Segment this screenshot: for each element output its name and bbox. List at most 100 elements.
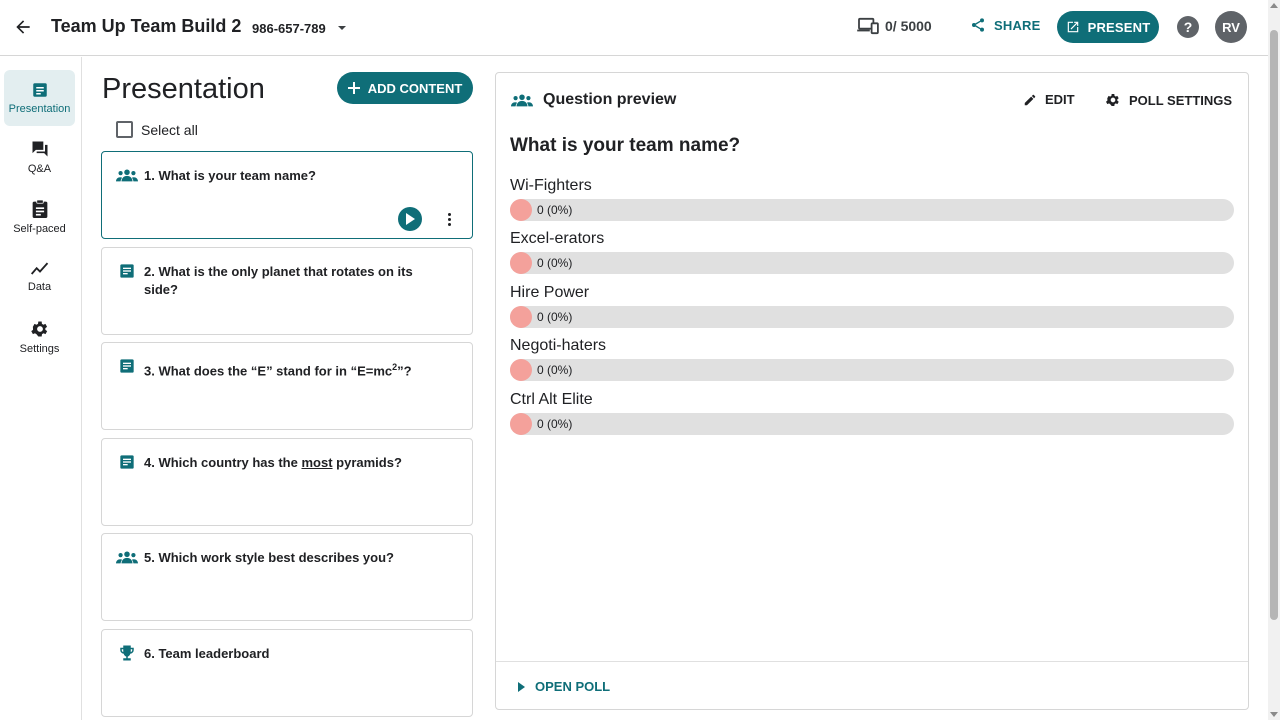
- avatar[interactable]: RV: [1215, 11, 1247, 43]
- open-poll-label: OPEN POLL: [535, 679, 611, 694]
- share-button[interactable]: SHARE: [970, 17, 1041, 33]
- option-count: 0 (0%): [537, 256, 573, 270]
- play-icon: [406, 213, 415, 225]
- sidebar-item-self-paced[interactable]: Self-paced: [4, 189, 75, 245]
- scroll-up-arrow[interactable]: [1270, 3, 1278, 8]
- option-count: 0 (0%): [537, 310, 573, 324]
- add-content-button[interactable]: ADD CONTENT: [337, 72, 473, 104]
- question-card[interactable]: 5. Which work style best describes you?: [101, 533, 473, 621]
- plus-icon: [347, 82, 360, 94]
- preview-question: What is your team name?: [510, 135, 741, 156]
- question-title: 5. Which work style best describes you?: [144, 550, 394, 565]
- devices-icon: [857, 17, 879, 35]
- footer-divider: [496, 661, 1248, 662]
- presentation-icon: [32, 83, 47, 97]
- question-title: 4. Which country has the most pyramids?: [144, 454, 444, 472]
- emphasis-text: most: [301, 455, 333, 470]
- poll-option: Ctrl Alt Elite 0 (0%): [510, 391, 1234, 439]
- question-preview-panel: Question preview EDIT POLL SETTINGS What…: [495, 72, 1249, 710]
- self-paced-icon: [32, 199, 47, 218]
- option-dot: [510, 359, 532, 381]
- question-card[interactable]: 4. Which country has the most pyramids?: [101, 438, 473, 526]
- event-code-dropdown[interactable]: [334, 20, 350, 36]
- option-dot: [510, 413, 532, 435]
- poll-settings-button[interactable]: POLL SETTINGS: [1105, 92, 1232, 108]
- open-poll-button[interactable]: OPEN POLL: [518, 679, 610, 694]
- gear-icon: [1106, 94, 1119, 106]
- checkbox-box[interactable]: [116, 121, 133, 138]
- more-options-icon[interactable]: [442, 209, 456, 229]
- option-bar: 0 (0%): [510, 252, 1234, 274]
- scroll-thumb[interactable]: [1270, 30, 1278, 620]
- sidebar-item-data[interactable]: Data: [4, 249, 75, 305]
- question-title: 3. What does the “E” stand for in “E=mc2…: [144, 358, 444, 380]
- option-count: 0 (0%): [537, 417, 573, 431]
- sidebar-item-label: Settings: [19, 343, 60, 355]
- option-dot: [510, 252, 532, 274]
- question-card[interactable]: 2. What is the only planet that rotates …: [101, 247, 473, 335]
- event-code: 986-657-789: [252, 21, 326, 36]
- question-text-part: pyramids?: [332, 455, 402, 470]
- option-bar: 0 (0%): [510, 359, 1234, 381]
- poll-option: Negoti-haters 0 (0%): [510, 337, 1234, 385]
- question-text-part: ”?: [397, 363, 412, 379]
- text-question-icon: [116, 262, 138, 280]
- question-text-part: 3. What does the “E” stand for in “E=mc: [144, 363, 393, 379]
- page-title: Presentation: [102, 73, 265, 105]
- play-button[interactable]: [398, 207, 422, 231]
- sidebar-item-settings[interactable]: Settings: [4, 309, 75, 365]
- side-navigation: Presentation Q&A Self-paced Data Setting…: [0, 57, 82, 720]
- select-all-label: Select all: [141, 121, 198, 138]
- present-button[interactable]: PRESENT: [1057, 11, 1159, 43]
- question-title: 6. Team leaderboard: [144, 646, 270, 661]
- text-question-icon: [116, 453, 138, 471]
- data-icon: [30, 262, 48, 275]
- question-card[interactable]: 1. What is your team name?: [101, 151, 473, 239]
- poll-option: Hire Power 0 (0%): [510, 284, 1234, 332]
- option-bar: 0 (0%): [510, 413, 1234, 435]
- option-label: Ctrl Alt Elite: [510, 391, 593, 408]
- scroll-down-arrow[interactable]: [1270, 712, 1278, 717]
- option-count: 0 (0%): [537, 203, 573, 217]
- edit-label: EDIT: [1045, 92, 1075, 107]
- share-icon: [972, 18, 984, 32]
- option-bar: 0 (0%): [510, 199, 1234, 221]
- arrow-left-icon: [16, 20, 30, 34]
- option-dot: [510, 199, 532, 221]
- event-title: Team Up Team Build 2: [51, 16, 242, 36]
- edit-button[interactable]: EDIT: [1023, 92, 1075, 107]
- participant-counter: 0/ 5000: [857, 17, 932, 35]
- select-all-checkbox[interactable]: Select all: [116, 121, 198, 138]
- back-button[interactable]: [10, 14, 36, 40]
- trophy-icon: [116, 644, 138, 662]
- gear-icon: [30, 321, 47, 337]
- page-scrollbar[interactable]: [1268, 0, 1280, 720]
- option-bar: 0 (0%): [510, 306, 1234, 328]
- option-label: Wi-Fighters: [510, 177, 592, 194]
- present-label: PRESENT: [1087, 19, 1151, 35]
- participant-count: 0/ 5000: [885, 18, 932, 34]
- caret-down-icon: [338, 26, 346, 30]
- sidebar-item-label: Self-paced: [13, 223, 66, 235]
- qa-icon: [32, 141, 47, 157]
- top-bar: Team Up Team Build 2 986-657-789 0/ 5000…: [0, 0, 1268, 56]
- sidebar-item-label: Q&A: [27, 163, 52, 175]
- presentation-panel: Presentation ADD CONTENT Select all 1. W…: [83, 57, 488, 720]
- sidebar-item-qa[interactable]: Q&A: [4, 129, 75, 185]
- question-card[interactable]: 3. What does the “E” stand for in “E=mc2…: [101, 342, 473, 430]
- text-question-icon: [116, 357, 138, 375]
- help-icon[interactable]: ?: [1177, 16, 1199, 38]
- option-label: Negoti-haters: [510, 337, 607, 354]
- team-icon: [116, 548, 138, 566]
- option-dot: [510, 306, 532, 328]
- option-label: Hire Power: [510, 284, 590, 301]
- question-title: 1. What is your team name?: [144, 168, 316, 183]
- poll-option: Excel-erators 0 (0%): [510, 230, 1234, 278]
- poll-option: Wi-Fighters 0 (0%): [510, 177, 1234, 225]
- sidebar-item-label: Presentation: [8, 103, 71, 115]
- question-text-part: 4. Which country has the: [144, 455, 302, 470]
- question-title: 2. What is the only planet that rotates …: [144, 264, 413, 297]
- question-card[interactable]: 6. Team leaderboard: [101, 629, 473, 717]
- preview-title: Question preview: [543, 91, 677, 108]
- sidebar-item-presentation[interactable]: Presentation: [4, 70, 75, 126]
